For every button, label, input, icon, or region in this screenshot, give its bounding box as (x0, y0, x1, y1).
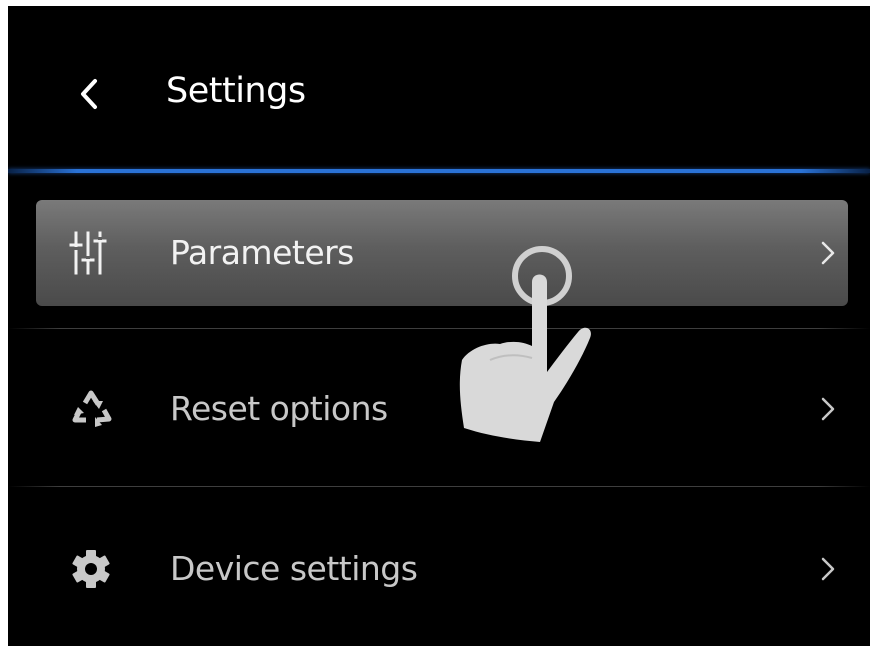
back-button[interactable] (68, 68, 112, 120)
menu-item-label: Device settings (170, 549, 418, 588)
row-divider (8, 486, 870, 487)
menu-item-label: Reset options (170, 389, 388, 428)
menu-item-reset-options[interactable]: Reset options (8, 356, 870, 462)
recycle-icon (66, 383, 118, 435)
menu-item-label: Parameters (170, 233, 354, 272)
sliders-icon (66, 227, 118, 279)
header-divider (8, 169, 870, 173)
selection-highlight (36, 200, 848, 306)
menu-item-parameters[interactable]: Parameters (8, 200, 870, 306)
header: Settings (8, 6, 870, 173)
chevron-left-icon (81, 79, 97, 109)
row-divider (8, 328, 870, 329)
settings-screen: Settings Parameters Reset options Device… (8, 6, 870, 646)
chevron-right-icon (814, 233, 840, 273)
chevron-right-icon (814, 549, 840, 589)
menu-item-device-settings[interactable]: Device settings (8, 516, 870, 622)
page-title: Settings (166, 71, 306, 111)
chevron-right-icon (814, 389, 840, 429)
gear-icon (66, 543, 118, 595)
